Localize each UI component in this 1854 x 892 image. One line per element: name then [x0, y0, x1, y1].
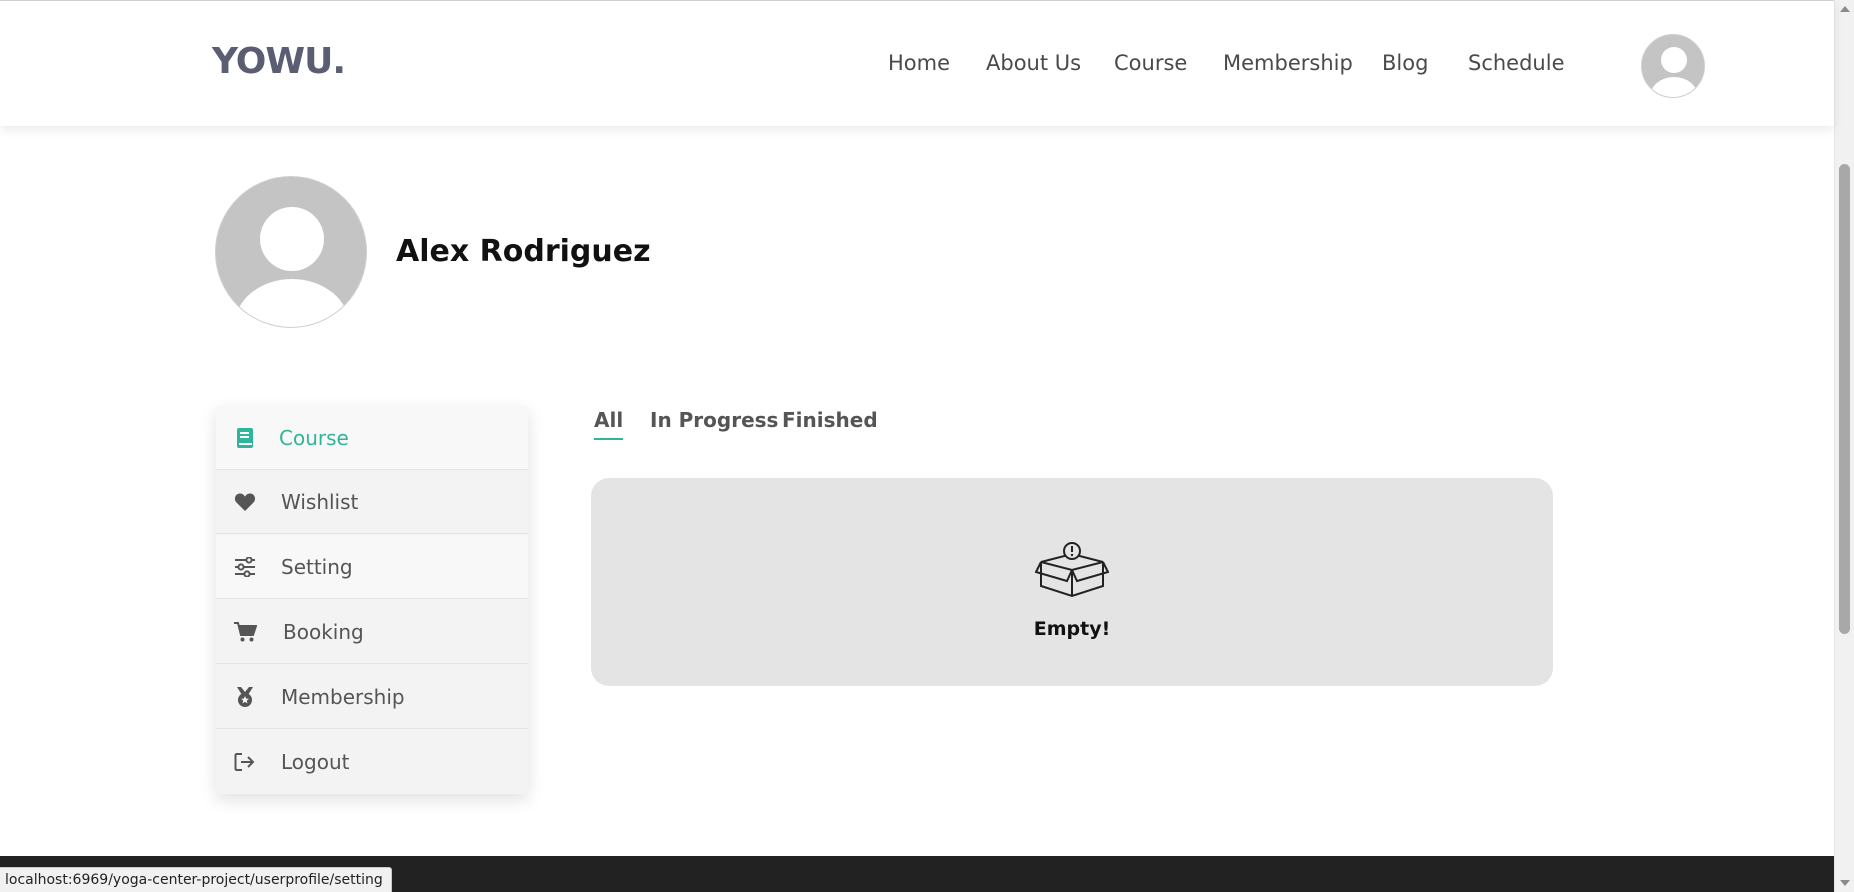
nav-link-home[interactable]: Home — [888, 51, 950, 75]
profile-name: Alex Rodriguez — [396, 234, 651, 269]
book-icon — [233, 426, 257, 450]
sidebar-item-membership[interactable]: Membership — [216, 665, 528, 729]
header-avatar[interactable] — [1641, 34, 1705, 98]
tab-in-progress[interactable]: In Progress — [650, 408, 778, 438]
nav-link-about-us[interactable]: About Us — [986, 51, 1081, 75]
scrollbar-thumb[interactable] — [1839, 164, 1850, 634]
tab-finished[interactable]: Finished — [782, 408, 878, 438]
empty-message: Empty! — [1033, 618, 1111, 640]
nav-link-membership[interactable]: Membership — [1223, 51, 1353, 75]
profile-avatar — [215, 176, 367, 328]
sidebar-item-label: Wishlist — [281, 490, 359, 514]
empty-box-icon — [1034, 540, 1110, 598]
nav-link-blog[interactable]: Blog — [1382, 51, 1428, 75]
browser-status-url: localhost:6969/yoga-center-project/userp… — [0, 867, 392, 892]
scroll-down-arrow-icon[interactable] — [1840, 880, 1850, 886]
logout-icon — [233, 750, 257, 774]
user-avatar-icon — [1650, 47, 1698, 97]
sidebar-item-label: Setting — [281, 555, 353, 579]
course-list-panel: Empty! — [591, 478, 1553, 686]
site-logo[interactable]: YOWU. — [212, 41, 346, 82]
sidebar-item-label: Booking — [283, 620, 364, 644]
sidebar-item-label: Membership — [281, 685, 405, 709]
tab-all[interactable]: All — [594, 408, 624, 440]
site-header: YOWU. Home About Us Course Membership Bl… — [0, 0, 1834, 126]
sliders-icon — [233, 555, 257, 579]
sidebar-item-label: Course — [279, 426, 349, 450]
sidebar-item-setting[interactable]: Setting — [216, 535, 528, 599]
page-scrollbar[interactable] — [1834, 0, 1854, 892]
heart-icon — [233, 490, 257, 514]
page: YOWU. Home About Us Course Membership Bl… — [0, 0, 1854, 892]
sidebar-item-course[interactable]: Course — [216, 406, 528, 470]
nav-link-course[interactable]: Course — [1114, 51, 1187, 75]
cart-icon — [233, 620, 257, 644]
user-avatar-icon — [234, 207, 350, 327]
profile-sidebar-menu: Course Wishlist Setting Booking Membersh… — [216, 406, 528, 794]
sidebar-item-logout[interactable]: Logout — [216, 730, 528, 794]
scroll-up-arrow-icon[interactable] — [1840, 6, 1850, 12]
sidebar-item-booking[interactable]: Booking — [216, 600, 528, 664]
sidebar-item-label: Logout — [281, 750, 350, 774]
medal-icon — [233, 685, 257, 709]
sidebar-item-wishlist[interactable]: Wishlist — [216, 470, 528, 534]
nav-link-schedule[interactable]: Schedule — [1468, 51, 1565, 75]
